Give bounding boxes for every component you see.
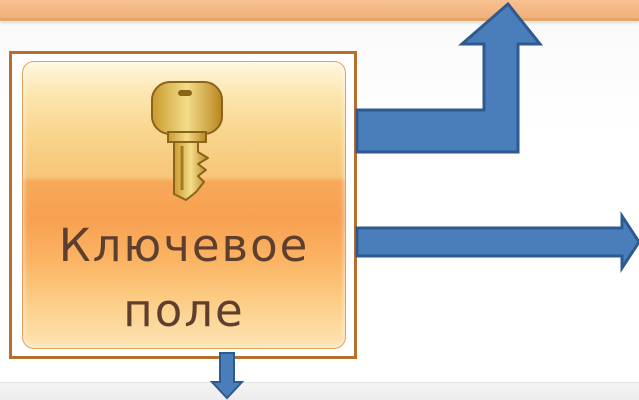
key-icon [151, 81, 223, 201]
key-button-label-line1: Ключевое [58, 219, 310, 272]
top-ribbon-bar [0, 0, 639, 21]
primary-key-button[interactable]: Ключевое поле [22, 61, 346, 349]
key-button-label-line2: поле [123, 284, 245, 337]
slide: Ключевое поле [0, 0, 639, 400]
primary-key-button-frame: Ключевое поле [9, 51, 357, 359]
bottom-panel-edge [0, 382, 639, 400]
